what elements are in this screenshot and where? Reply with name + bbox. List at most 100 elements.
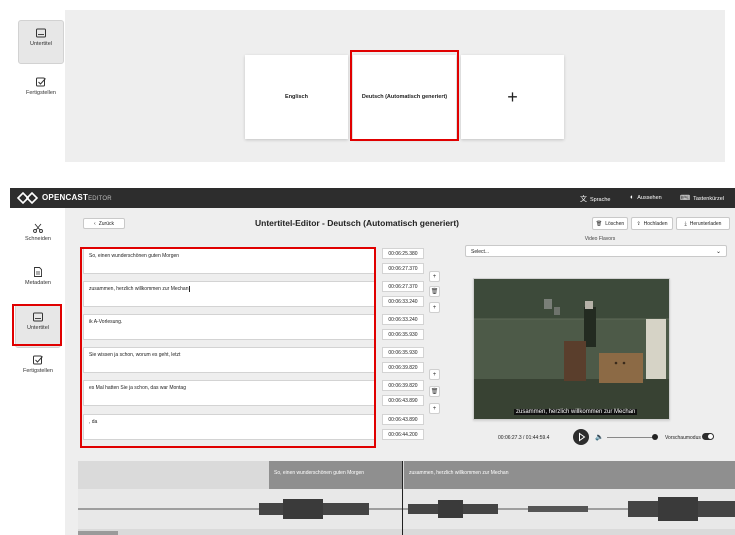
chevron-down-icon: ⌄ bbox=[715, 249, 721, 255]
sidebar-item-label: Schneiden bbox=[25, 236, 51, 242]
highlight-box-sidebar bbox=[12, 304, 62, 346]
audio-waveform bbox=[78, 489, 735, 529]
start-time: 00:06:33.240 bbox=[388, 316, 418, 323]
playback-time: 00:06:27.3 / 01:44:59.4 bbox=[498, 435, 550, 441]
delete-button[interactable]: 🗑 Löschen bbox=[592, 217, 628, 230]
page-title: Untertitel-Editor - Deutsch (Automatisch… bbox=[255, 218, 460, 228]
video-flavor-select[interactable]: Select... ⌄ bbox=[465, 245, 727, 257]
plus-icon: + bbox=[432, 273, 437, 280]
start-time-field[interactable]: 00:06:27.370 bbox=[382, 281, 424, 292]
timeline-scrollbar[interactable] bbox=[78, 531, 118, 535]
end-time: 00:06:35.930 bbox=[388, 331, 418, 338]
subtitle-selection-panel: Untertitel Fertigstellen Englisch Deutsc… bbox=[10, 10, 725, 162]
add-subtitle-tile[interactable]: + bbox=[461, 55, 564, 139]
translate-icon: 文 bbox=[580, 196, 587, 203]
start-time: 00:06:27.370 bbox=[388, 283, 418, 290]
shortcuts-label: Tastenkürzel bbox=[693, 196, 724, 202]
end-time-field[interactable]: 00:06:33.240 bbox=[382, 296, 424, 307]
upload-icon: ⇪ bbox=[636, 220, 641, 227]
start-time-field[interactable]: 00:06:35.930 bbox=[382, 347, 424, 358]
appearance-label: Aussehen bbox=[637, 195, 662, 201]
checkbox-icon bbox=[36, 77, 46, 87]
play-button[interactable] bbox=[573, 429, 589, 445]
end-time-field[interactable]: 00:06:27.370 bbox=[382, 263, 424, 274]
appearance-menu[interactable]: ◐ Aussehen bbox=[630, 194, 662, 201]
opencast-editor-window: OPENCASTEDITOR 文 Sprache ◐ Aussehen ⌨ Taste… bbox=[10, 188, 735, 535]
back-label: Zurück bbox=[98, 220, 114, 227]
sidebar-item-fertigstellen[interactable]: Fertigstellen bbox=[18, 70, 64, 114]
volume-slider-track[interactable] bbox=[607, 437, 655, 438]
plus-icon: + bbox=[507, 86, 518, 107]
upload-button[interactable]: ⇪ Hochladen bbox=[631, 217, 673, 230]
start-time: 00:06:43.890 bbox=[388, 416, 418, 423]
volume-icon[interactable]: 🔈 bbox=[595, 433, 604, 441]
timeline-segment[interactable]: zusammen, herzlich willkommen zur Mechan bbox=[404, 461, 735, 489]
tile-label: Englisch bbox=[285, 94, 308, 100]
preview-mode-toggle[interactable] bbox=[702, 433, 714, 440]
appearance-icon: ◐ bbox=[630, 194, 635, 201]
volume-slider-knob[interactable] bbox=[652, 434, 658, 440]
end-time: 00:06:33.240 bbox=[388, 298, 418, 305]
keyboard-icon: ⌨ bbox=[680, 195, 691, 202]
highlight-box-tile bbox=[350, 50, 459, 141]
end-time: 00:06:43.890 bbox=[388, 397, 418, 404]
start-time: 00:06:39.820 bbox=[388, 382, 418, 389]
add-segment-button[interactable]: + bbox=[429, 369, 440, 380]
subtitles-icon bbox=[36, 28, 46, 38]
sidebar-item-fertigstellen[interactable]: Fertigstellen bbox=[15, 348, 61, 392]
toggle-knob bbox=[708, 434, 713, 439]
add-segment-button[interactable]: + bbox=[429, 271, 440, 282]
highlight-box-subtitle-list bbox=[80, 247, 376, 448]
app-sidebar: Schneiden Metadaten Untertitel Fertigste… bbox=[10, 208, 65, 535]
language-label: Sprache bbox=[590, 197, 611, 203]
timeline-playhead[interactable] bbox=[402, 461, 403, 535]
timeline-segment[interactable]: So, einen wunderschönen guten Morgen bbox=[269, 461, 402, 489]
lecture-video-frame bbox=[474, 279, 669, 419]
delete-segment-button[interactable]: 🗑 bbox=[429, 386, 440, 397]
start-time-field[interactable]: 00:06:43.890 bbox=[382, 414, 424, 425]
language-menu[interactable]: 文 Sprache bbox=[580, 194, 611, 204]
end-time: 00:06:27.370 bbox=[388, 265, 418, 272]
sidebar-item-untertitel[interactable]: Untertitel bbox=[18, 20, 64, 64]
video-caption: zusammen, herzlich willkommen zur Mechan bbox=[514, 409, 638, 415]
subtitle-editor-main: ‹ Zurück Untertitel-Editor - Deutsch (Aut… bbox=[65, 208, 735, 535]
end-time-field[interactable]: 00:06:35.930 bbox=[382, 329, 424, 340]
app-logo-text: OPENCASTEDITOR bbox=[42, 193, 112, 202]
logo-suffix: EDITOR bbox=[88, 196, 112, 202]
upload-label: Hochladen bbox=[643, 220, 668, 227]
end-time-field[interactable]: 00:06:43.890 bbox=[382, 395, 424, 406]
subtitle-tile-englisch[interactable]: Englisch bbox=[245, 55, 348, 139]
add-segment-button[interactable]: + bbox=[429, 403, 440, 414]
timeline[interactable]: So, einen wunderschönen guten Morgen zus… bbox=[78, 461, 735, 535]
video-player[interactable]: zusammen, herzlich willkommen zur Mechan bbox=[473, 278, 670, 420]
waveform-graphic bbox=[78, 497, 735, 521]
end-time-field[interactable]: 00:06:39.820 bbox=[382, 362, 424, 373]
plus-icon: + bbox=[432, 371, 437, 378]
sidebar-item-schneiden[interactable]: Schneiden bbox=[15, 216, 61, 260]
back-button[interactable]: ‹ Zurück bbox=[83, 218, 125, 229]
end-time: 00:06:44.200 bbox=[388, 431, 418, 438]
sidebar-item-metadaten[interactable]: Metadaten bbox=[15, 260, 61, 304]
start-time-field[interactable]: 00:06:33.240 bbox=[382, 314, 424, 325]
logo-brand: OPENCAST bbox=[42, 193, 89, 202]
checkbox-icon bbox=[33, 355, 43, 365]
download-icon: ⤓ bbox=[684, 220, 687, 227]
preview-mode-label: Vorschaumodus bbox=[665, 435, 701, 441]
scissors-icon bbox=[33, 223, 43, 233]
chevron-left-icon: ‹ bbox=[94, 220, 96, 227]
opencast-logo-icon bbox=[17, 192, 39, 204]
download-label: Herunterladen bbox=[689, 220, 722, 227]
add-segment-button[interactable]: + bbox=[429, 302, 440, 313]
shortcuts-menu[interactable]: ⌨ Tastenkürzel bbox=[680, 194, 724, 202]
sidebar-item-label: Fertigstellen bbox=[23, 368, 53, 374]
start-time-field[interactable]: 00:06:39.820 bbox=[382, 380, 424, 391]
app-header: OPENCASTEDITOR 文 Sprache ◐ Aussehen ⌨ Taste… bbox=[10, 188, 735, 208]
timeline-segment-text: zusammen, herzlich willkommen zur Mechan bbox=[409, 470, 509, 476]
sidebar-item-label: Metadaten bbox=[25, 280, 51, 286]
end-time-field[interactable]: 00:06:44.200 bbox=[382, 429, 424, 440]
document-icon bbox=[34, 267, 42, 277]
delete-segment-button[interactable]: 🗑 bbox=[429, 286, 440, 297]
trash-icon: 🗑 bbox=[595, 220, 603, 227]
start-time-field[interactable]: 00:06:25.380 bbox=[382, 248, 424, 259]
download-button[interactable]: ⤓ Herunterladen bbox=[676, 217, 730, 230]
